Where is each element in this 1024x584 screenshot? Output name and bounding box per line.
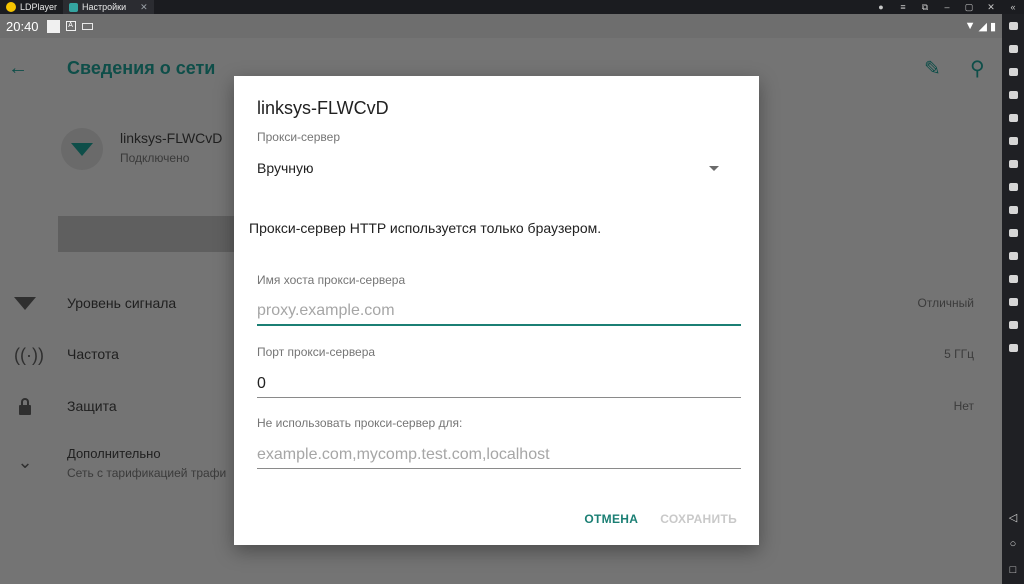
account-icon[interactable]: ● <box>870 2 892 12</box>
collapse-sidebar-icon[interactable]: « <box>1002 2 1024 12</box>
keyboard-mapping-icon[interactable] <box>1002 175 1024 198</box>
screenshot-icon[interactable] <box>1002 106 1024 129</box>
tab-label: Настройки <box>82 2 127 12</box>
multi-instance-icon[interactable] <box>1002 37 1024 60</box>
frequency-icon: ((·)) <box>14 345 44 365</box>
sync-icon[interactable] <box>1002 244 1024 267</box>
proxy-mode-value: Вручную <box>257 160 314 176</box>
network-name: linksys-FLWCvD <box>120 130 223 146</box>
chevron-down-icon: ⌄ <box>17 452 33 472</box>
window-controls: ● ≡ ⧉ – ▢ ✕ « <box>870 0 1024 14</box>
minimize-icon[interactable]: – <box>936 2 958 12</box>
video-icon[interactable] <box>1002 221 1024 244</box>
list-item-value: Отличный <box>917 296 974 310</box>
android-nav-buttons: ◁ ○ □ <box>1002 512 1024 576</box>
keyboard-icon <box>81 22 93 30</box>
close-window-icon[interactable]: ✕ <box>980 2 1002 13</box>
tab-settings[interactable]: Настройки ✕ <box>63 0 154 14</box>
volume-up-icon[interactable] <box>1002 60 1024 83</box>
list-item-label: Защита <box>67 398 117 414</box>
lock-icon <box>14 397 36 417</box>
close-tab-icon[interactable]: ✕ <box>140 2 148 13</box>
dropdown-arrow-icon <box>709 166 719 171</box>
restore-icon[interactable]: ⧉ <box>914 2 936 13</box>
operation-recorder-icon[interactable] <box>1002 336 1024 359</box>
scissors-icon[interactable] <box>1002 198 1024 221</box>
nav-recents-icon[interactable]: □ <box>1010 564 1017 576</box>
list-item-value: 5 ГГц <box>944 347 974 361</box>
emulator-window: LDPlayer Настройки ✕ ● ≡ ⧉ – ▢ ✕ « 20:40… <box>0 0 1024 584</box>
proxy-port-input[interactable] <box>257 370 741 398</box>
battery-icon: ▮ <box>989 20 996 33</box>
cell-signal-icon: ◢ <box>978 20 987 33</box>
dialog-actions: ОТМЕНА СОХРАНИТЬ <box>584 512 737 526</box>
settings-app-icon <box>69 2 79 12</box>
network-wifi-icon <box>61 128 103 170</box>
maximize-icon[interactable]: ▢ <box>958 2 980 13</box>
ldplayer-logo-icon <box>6 2 16 12</box>
list-item-label: Уровень сигнала <box>67 295 177 311</box>
dialog-title: linksys-FLWCvD <box>257 98 389 118</box>
volume-down-icon[interactable] <box>1002 83 1024 106</box>
bypass-list-input[interactable] <box>257 441 741 469</box>
host-caption: Имя хоста прокси-сервера <box>257 273 406 287</box>
proxy-host-input[interactable] <box>257 298 741 326</box>
proxy-settings-dialog: linksys-FLWCvD Прокси-сервер Вручную Про… <box>234 76 759 545</box>
page-title: Сведения о сети <box>67 58 216 78</box>
list-item-value: Нет <box>953 399 974 413</box>
action-buttons-bar[interactable] <box>58 216 238 252</box>
location-pin-icon[interactable] <box>1002 313 1024 336</box>
wifi-status-icon: ▼ <box>964 20 976 32</box>
save-button[interactable]: СОХРАНИТЬ <box>660 512 737 526</box>
proxy-mode-select[interactable]: Вручную <box>257 160 727 182</box>
search-icon[interactable]: ⚲ <box>970 56 985 81</box>
tab-label: LDPlayer <box>20 2 58 12</box>
notification-icon <box>46 19 60 33</box>
status-indicators: ▼ ◢ ▮ <box>965 20 996 33</box>
cancel-button[interactable]: ОТМЕНА <box>584 512 638 526</box>
status-bar: 20:40 A ▼ ◢ ▮ <box>0 14 1002 38</box>
proxy-note: Прокси-сервер HTTP используется только б… <box>249 220 602 236</box>
shake-icon[interactable] <box>1002 267 1024 290</box>
a-notification-icon: A <box>65 21 76 31</box>
port-caption: Порт прокси-сервера <box>257 345 376 359</box>
folder-icon[interactable] <box>1002 290 1024 313</box>
record-icon[interactable] <box>1002 152 1024 175</box>
emulator-tab-bar: LDPlayer Настройки ✕ ● ≡ ⧉ – ▢ ✕ « <box>0 0 1024 14</box>
list-item-label: Частота <box>67 346 119 362</box>
menu-icon[interactable]: ≡ <box>892 2 914 12</box>
list-item-label: Дополнительно <box>67 446 161 461</box>
list-item-sub: Сеть с тарификацией трафи <box>67 466 227 480</box>
status-time: 20:40 <box>6 18 39 34</box>
android-screen: 20:40 A ▼ ◢ ▮ ← Сведения о сети ✎ ⚲ link… <box>0 14 1002 584</box>
proxy-caption: Прокси-сервер <box>257 130 340 144</box>
emulator-toolbar: ◁ ○ □ <box>1002 14 1024 584</box>
nav-home-icon[interactable]: ○ <box>1010 538 1017 550</box>
back-arrow-icon[interactable]: ← <box>8 57 28 80</box>
wifi-signal-icon <box>14 294 36 314</box>
tab-ldplayer[interactable]: LDPlayer <box>0 0 63 14</box>
nav-back-icon[interactable]: ◁ <box>1009 512 1017 524</box>
network-status: Подключено <box>120 151 190 165</box>
settings-gear-icon[interactable] <box>1002 14 1024 37</box>
edit-pencil-icon[interactable]: ✎ <box>924 56 941 81</box>
install-apk-icon[interactable] <box>1002 129 1024 152</box>
bypass-caption: Не использовать прокси-сервер для: <box>257 416 463 430</box>
